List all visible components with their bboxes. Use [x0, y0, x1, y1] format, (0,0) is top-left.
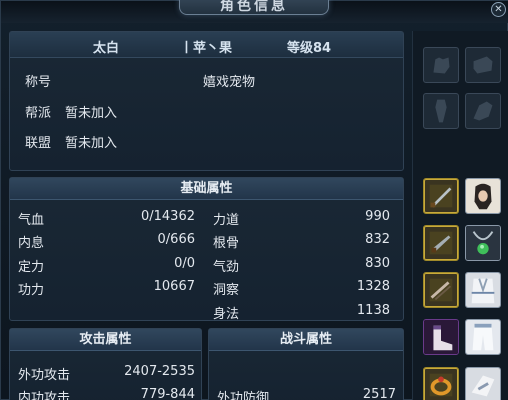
empty-amulet-slot-icon — [435, 99, 447, 123]
equipment-slot[interactable] — [423, 47, 459, 83]
empty-glove-slot-icon — [433, 57, 450, 74]
basic-attr-label: 气劲 — [213, 259, 240, 275]
faction-value: 暂未加入 — [65, 106, 118, 121]
basic-attr-value: 832 — [365, 232, 390, 248]
bow-icon — [429, 278, 453, 302]
empty-pet-slot-icon — [473, 101, 493, 121]
equipment-slot[interactable] — [423, 225, 459, 261]
equipment-slot[interactable] — [423, 272, 459, 308]
basic-attr-value: 1328 — [356, 279, 390, 295]
attack-attributes-header: 攻击属性 — [10, 329, 201, 351]
title-plate: 角色信息 — [179, 0, 329, 15]
basic-attributes-panel: 基础属性 — [9, 177, 404, 321]
basic-attr-label: 身法 — [213, 306, 240, 322]
bracer-icon — [466, 368, 500, 400]
attack-attr-label: 内功攻击 — [18, 391, 71, 400]
equipment-slot[interactable] — [465, 272, 501, 308]
basic-attr-value: 0/666 — [157, 232, 195, 248]
equipment-slot[interactable] — [465, 225, 501, 261]
basic-attr-label: 内息 — [18, 236, 45, 252]
attack-attr-value: 779-844 — [140, 387, 195, 400]
character-tag: 丨苹丶果 — [180, 41, 233, 56]
basic-attr-value: 0/0 — [174, 255, 195, 271]
basic-attr-value: 990 — [365, 209, 390, 224]
faction-label: 帮派 — [25, 106, 52, 121]
basic-attr-label: 根骨 — [213, 236, 240, 252]
alliance-label: 联盟 — [25, 136, 52, 151]
close-icon: ✕ — [494, 4, 503, 15]
close-button[interactable]: ✕ — [491, 2, 506, 17]
character-info-window: 角色信息 ✕ 太白 丨苹丶果 等级84 称号 嬉戏宠物 帮派 暂未加入 联盟 暂… — [0, 0, 508, 400]
basic-attr-value: 830 — [365, 255, 390, 271]
basic-attributes-header: 基础属性 — [10, 178, 403, 200]
character-level: 等级84 — [287, 41, 332, 56]
nickname-label: 称号 — [25, 75, 52, 90]
jade-necklace-icon — [466, 226, 500, 260]
basic-attr-value: 0/14362 — [140, 209, 195, 224]
basic-attr-label: 力道 — [213, 213, 240, 228]
character-name: 太白 — [93, 41, 120, 56]
trousers-icon — [466, 320, 500, 354]
equipment-slot[interactable] — [465, 93, 501, 129]
robe-icon — [466, 273, 500, 307]
basic-attr-label: 功力 — [18, 283, 45, 299]
boot-icon — [424, 320, 458, 354]
equipment-slot[interactable] — [465, 47, 501, 83]
combat-attr-value: 2517 — [362, 387, 396, 400]
sword-icon — [429, 184, 453, 208]
basic-attr-label: 洞察 — [213, 283, 240, 299]
nickname-value: 嬉戏宠物 — [203, 75, 256, 90]
equipment-slot[interactable] — [423, 93, 459, 129]
combat-attr-label: 外功防御 — [217, 391, 270, 400]
helmet-hair-icon — [466, 179, 500, 213]
combat-attributes-header: 战斗属性 — [209, 329, 403, 351]
window-title: 角色信息 — [220, 0, 288, 14]
equipment-slot[interactable] — [423, 319, 459, 355]
basic-attr-label: 气血 — [18, 213, 45, 228]
dagger-icon — [429, 231, 453, 255]
attack-attr-value: 2407-2535 — [124, 364, 195, 379]
equipment-slot[interactable] — [423, 367, 459, 400]
title-bar: 角色信息 ✕ — [1, 0, 508, 23]
basic-attr-value: 1138 — [356, 302, 390, 318]
basic-attr-label: 定力 — [18, 259, 45, 275]
equipment-slot[interactable] — [465, 178, 501, 214]
equipment-slot[interactable] — [423, 178, 459, 214]
empty-bracer-slot-icon — [473, 56, 493, 74]
alliance-value: 暂未加入 — [65, 136, 118, 151]
ring-icon — [429, 373, 453, 397]
equipment-slot[interactable] — [465, 319, 501, 355]
basic-attr-value: 10667 — [153, 279, 195, 295]
attack-attr-label: 外功攻击 — [18, 368, 71, 383]
equipment-slot[interactable] — [465, 367, 501, 400]
